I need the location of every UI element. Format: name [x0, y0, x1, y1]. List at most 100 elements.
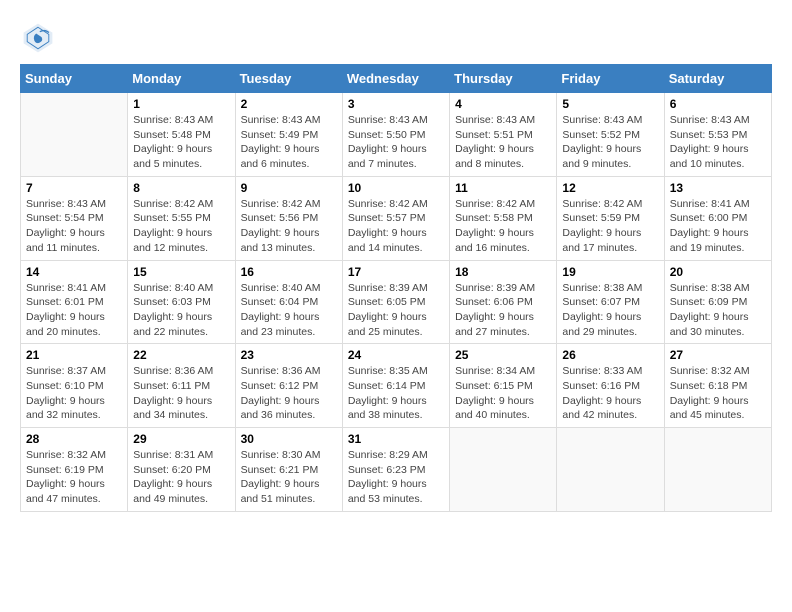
calendar-cell: 8 Sunrise: 8:42 AM Sunset: 5:55 PM Daylig… [128, 176, 235, 260]
day-info: Sunrise: 8:42 AM Sunset: 5:56 PM Dayligh… [241, 197, 337, 256]
day-info: Sunrise: 8:39 AM Sunset: 6:05 PM Dayligh… [348, 281, 444, 340]
day-info: Sunrise: 8:43 AM Sunset: 5:49 PM Dayligh… [241, 113, 337, 172]
day-info: Sunrise: 8:43 AM Sunset: 5:54 PM Dayligh… [26, 197, 122, 256]
day-info: Sunrise: 8:43 AM Sunset: 5:48 PM Dayligh… [133, 113, 229, 172]
calendar-week-row: 28 Sunrise: 8:32 AM Sunset: 6:19 PM Dayli… [21, 428, 772, 512]
column-header-friday: Friday [557, 65, 664, 93]
calendar-week-row: 7 Sunrise: 8:43 AM Sunset: 5:54 PM Daylig… [21, 176, 772, 260]
calendar-cell: 20 Sunrise: 8:38 AM Sunset: 6:09 PM Dayli… [664, 260, 771, 344]
calendar-cell: 5Sunrise: 8:43 AM Sunset: 5:52 PM Daylig… [557, 93, 664, 177]
day-info: Sunrise: 8:41 AM Sunset: 6:00 PM Dayligh… [670, 197, 766, 256]
calendar-cell [557, 428, 664, 512]
day-number: 26 [562, 348, 658, 362]
day-info: Sunrise: 8:36 AM Sunset: 6:12 PM Dayligh… [241, 364, 337, 423]
column-header-monday: Monday [128, 65, 235, 93]
day-number: 11 [455, 181, 551, 195]
logo [20, 20, 62, 56]
calendar-cell: 30 Sunrise: 8:30 AM Sunset: 6:21 PM Dayli… [235, 428, 342, 512]
day-info: Sunrise: 8:29 AM Sunset: 6:23 PM Dayligh… [348, 448, 444, 507]
day-info: Sunrise: 8:30 AM Sunset: 6:21 PM Dayligh… [241, 448, 337, 507]
day-number: 20 [670, 265, 766, 279]
day-info: Sunrise: 8:32 AM Sunset: 6:19 PM Dayligh… [26, 448, 122, 507]
calendar-week-row: 1 Sunrise: 8:43 AM Sunset: 5:48 PM Daylig… [21, 93, 772, 177]
calendar-cell: 2 Sunrise: 8:43 AM Sunset: 5:49 PM Daylig… [235, 93, 342, 177]
day-info: Sunrise: 8:42 AM Sunset: 5:57 PM Dayligh… [348, 197, 444, 256]
day-info: Sunrise: 8:43 AM Sunset: 5:53 PM Dayligh… [670, 113, 766, 172]
column-header-thursday: Thursday [450, 65, 557, 93]
calendar-cell [664, 428, 771, 512]
calendar-cell: 22 Sunrise: 8:36 AM Sunset: 6:11 PM Dayli… [128, 344, 235, 428]
day-number: 6 [670, 97, 766, 111]
calendar-cell: 14 Sunrise: 8:41 AM Sunset: 6:01 PM Dayli… [21, 260, 128, 344]
day-info: Sunrise: 8:35 AM Sunset: 6:14 PM Dayligh… [348, 364, 444, 423]
column-header-sunday: Sunday [21, 65, 128, 93]
calendar-header-row: SundayMondayTuesdayWednesdayThursdayFrid… [21, 65, 772, 93]
page-header [20, 20, 772, 56]
calendar-cell [450, 428, 557, 512]
calendar-cell: 7 Sunrise: 8:43 AM Sunset: 5:54 PM Daylig… [21, 176, 128, 260]
calendar-cell: 28 Sunrise: 8:32 AM Sunset: 6:19 PM Dayli… [21, 428, 128, 512]
calendar-cell: 11Sunrise: 8:42 AM Sunset: 5:58 PM Dayli… [450, 176, 557, 260]
day-number: 30 [241, 432, 337, 446]
column-header-saturday: Saturday [664, 65, 771, 93]
calendar-cell: 18Sunrise: 8:39 AM Sunset: 6:06 PM Dayli… [450, 260, 557, 344]
day-number: 17 [348, 265, 444, 279]
day-number: 15 [133, 265, 229, 279]
column-header-wednesday: Wednesday [342, 65, 449, 93]
day-number: 22 [133, 348, 229, 362]
day-number: 12 [562, 181, 658, 195]
day-number: 19 [562, 265, 658, 279]
day-info: Sunrise: 8:40 AM Sunset: 6:04 PM Dayligh… [241, 281, 337, 340]
calendar-cell: 19 Sunrise: 8:38 AM Sunset: 6:07 PM Dayli… [557, 260, 664, 344]
day-number: 16 [241, 265, 337, 279]
day-number: 8 [133, 181, 229, 195]
calendar-cell: 21 Sunrise: 8:37 AM Sunset: 6:10 PM Dayli… [21, 344, 128, 428]
day-info: Sunrise: 8:36 AM Sunset: 6:11 PM Dayligh… [133, 364, 229, 423]
calendar-cell: 27Sunrise: 8:32 AM Sunset: 6:18 PM Dayli… [664, 344, 771, 428]
day-number: 18 [455, 265, 551, 279]
calendar-cell: 1 Sunrise: 8:43 AM Sunset: 5:48 PM Daylig… [128, 93, 235, 177]
day-number: 25 [455, 348, 551, 362]
calendar-cell: 6 Sunrise: 8:43 AM Sunset: 5:53 PM Daylig… [664, 93, 771, 177]
calendar-cell: 17 Sunrise: 8:39 AM Sunset: 6:05 PM Dayli… [342, 260, 449, 344]
day-number: 5 [562, 97, 658, 111]
calendar-week-row: 14 Sunrise: 8:41 AM Sunset: 6:01 PM Dayli… [21, 260, 772, 344]
day-info: Sunrise: 8:33 AM Sunset: 6:16 PM Dayligh… [562, 364, 658, 423]
day-info: Sunrise: 8:40 AM Sunset: 6:03 PM Dayligh… [133, 281, 229, 340]
day-number: 13 [670, 181, 766, 195]
calendar-table: SundayMondayTuesdayWednesdayThursdayFrid… [20, 64, 772, 512]
day-info: Sunrise: 8:31 AM Sunset: 6:20 PM Dayligh… [133, 448, 229, 507]
calendar-cell: 29 Sunrise: 8:31 AM Sunset: 6:20 PM Dayli… [128, 428, 235, 512]
day-number: 21 [26, 348, 122, 362]
calendar-cell: 12Sunrise: 8:42 AM Sunset: 5:59 PM Dayli… [557, 176, 664, 260]
day-number: 24 [348, 348, 444, 362]
day-number: 3 [348, 97, 444, 111]
day-number: 28 [26, 432, 122, 446]
calendar-week-row: 21 Sunrise: 8:37 AM Sunset: 6:10 PM Dayli… [21, 344, 772, 428]
calendar-cell: 3 Sunrise: 8:43 AM Sunset: 5:50 PM Daylig… [342, 93, 449, 177]
calendar-cell [21, 93, 128, 177]
day-number: 1 [133, 97, 229, 111]
day-info: Sunrise: 8:42 AM Sunset: 5:55 PM Dayligh… [133, 197, 229, 256]
day-number: 29 [133, 432, 229, 446]
day-info: Sunrise: 8:43 AM Sunset: 5:51 PM Dayligh… [455, 113, 551, 172]
day-number: 2 [241, 97, 337, 111]
day-number: 9 [241, 181, 337, 195]
day-number: 7 [26, 181, 122, 195]
calendar-cell: 25Sunrise: 8:34 AM Sunset: 6:15 PM Dayli… [450, 344, 557, 428]
calendar-cell: 4Sunrise: 8:43 AM Sunset: 5:51 PM Daylig… [450, 93, 557, 177]
calendar-cell: 24 Sunrise: 8:35 AM Sunset: 6:14 PM Dayli… [342, 344, 449, 428]
day-info: Sunrise: 8:43 AM Sunset: 5:50 PM Dayligh… [348, 113, 444, 172]
calendar-cell: 26 Sunrise: 8:33 AM Sunset: 6:16 PM Dayli… [557, 344, 664, 428]
day-info: Sunrise: 8:38 AM Sunset: 6:09 PM Dayligh… [670, 281, 766, 340]
day-info: Sunrise: 8:41 AM Sunset: 6:01 PM Dayligh… [26, 281, 122, 340]
calendar-cell: 15 Sunrise: 8:40 AM Sunset: 6:03 PM Dayli… [128, 260, 235, 344]
day-number: 14 [26, 265, 122, 279]
day-info: Sunrise: 8:37 AM Sunset: 6:10 PM Dayligh… [26, 364, 122, 423]
day-number: 23 [241, 348, 337, 362]
day-info: Sunrise: 8:38 AM Sunset: 6:07 PM Dayligh… [562, 281, 658, 340]
calendar-cell: 10 Sunrise: 8:42 AM Sunset: 5:57 PM Dayli… [342, 176, 449, 260]
day-number: 10 [348, 181, 444, 195]
day-number: 31 [348, 432, 444, 446]
logo-icon [20, 20, 56, 56]
